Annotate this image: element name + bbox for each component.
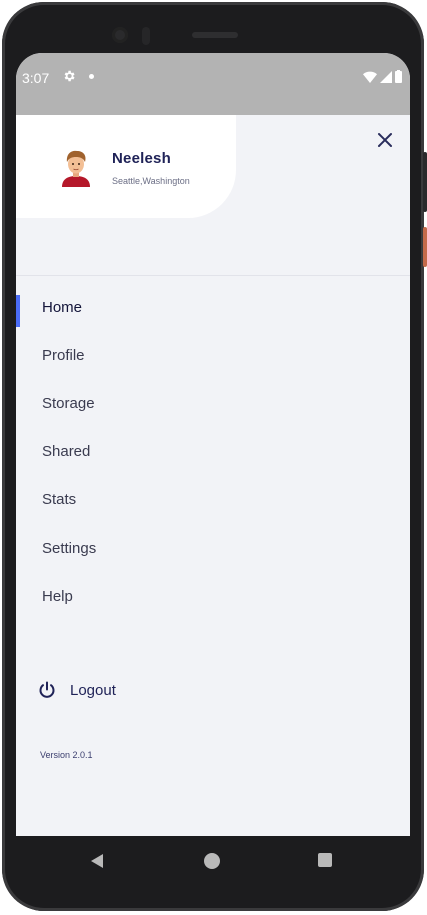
menu-item-home[interactable]: Home [16,283,410,331]
menu-item-storage[interactable]: Storage [16,379,410,427]
close-icon[interactable] [375,130,395,150]
menu-item-label: Shared [42,443,91,461]
menu-item-stats[interactable]: Stats [16,476,410,524]
menu-item-label: Help [42,587,73,605]
menu-item-shared[interactable]: Shared [16,428,410,476]
menu-item-label: Storage [42,394,95,412]
front-camera [112,27,128,43]
active-indicator [16,295,20,327]
signal-icon [380,70,392,83]
navigation-drawer: Neelesh Seattle,Washington Home Profile … [16,115,410,836]
menu-item-label: Stats [42,491,77,509]
home-icon[interactable] [204,853,220,869]
status-bar: 3:07 [16,53,410,115]
drawer-menu: Home Profile Storage Shared Stats Settin… [16,283,410,620]
screen: 3:07 Neelesh Seattle,Washington Home Pro… [16,53,410,836]
menu-item-label: Profile [42,346,85,364]
back-icon[interactable] [89,853,105,869]
power-icon [39,681,55,698]
logout-button[interactable]: Logout [38,681,116,699]
user-location: Seattle,Washington [112,176,190,186]
status-time: 3:07 [22,70,50,86]
profile-header: Neelesh Seattle,Washington [16,115,236,218]
notification-dot-icon [89,74,94,79]
recents-icon[interactable] [318,853,332,867]
menu-item-label: Settings [42,539,97,557]
volume-button [423,152,427,212]
power-button [423,227,427,267]
menu-item-settings[interactable]: Settings [16,524,410,572]
logout-label: Logout [70,681,116,699]
system-navigation-bar [16,836,410,886]
avatar [62,150,90,187]
menu-item-label: Home [42,298,83,316]
battery-icon [395,70,402,83]
status-icons [363,70,402,83]
app-version: Version 2.0.1 [40,750,93,760]
wifi-icon [363,71,377,83]
sensor [142,27,150,45]
earpiece-speaker [192,32,238,38]
user-name: Neelesh [112,150,171,167]
divider [16,275,410,276]
menu-item-profile[interactable]: Profile [16,331,410,379]
menu-item-help[interactable]: Help [16,572,410,620]
gear-icon [64,70,75,82]
